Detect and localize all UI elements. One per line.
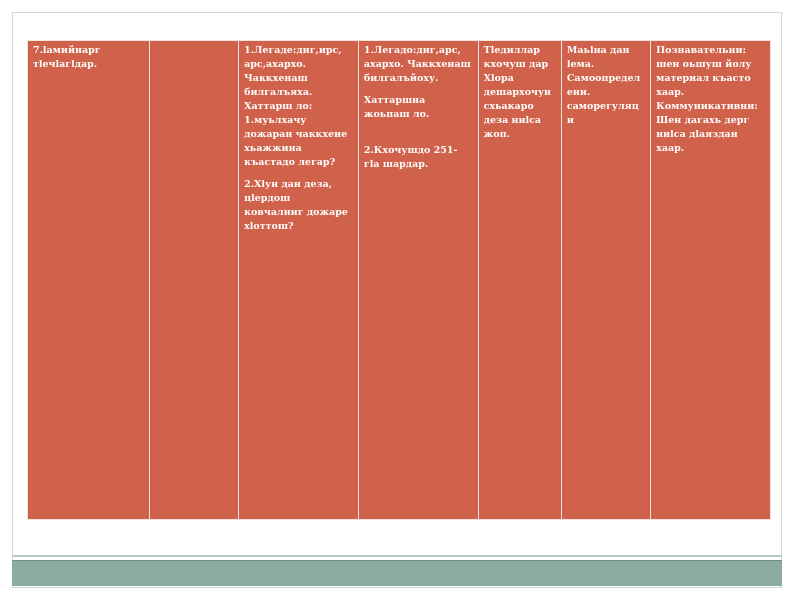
teacher-activity-text-2: 2.Хlун дан деза, цlердош ковчалниг дожар…	[244, 179, 348, 232]
cell-task: Тlедиллар кхочуш дар Хlора дешархочун сх…	[477, 40, 562, 520]
cognitive-uud-text: Познавательни: шен оьшуш йолу материал к…	[656, 45, 758, 154]
lesson-table: 7.lамийнарг тlечlагlдар. 1.Легаде:диг,ир…	[27, 40, 771, 520]
student-activity-text-3: 2.Кхочушдо 251-гlа шардар.	[363, 145, 458, 170]
student-activity-text-1: 1.Легадо:диг,арс, ахархо. Чаккхенаш билг…	[363, 45, 471, 84]
footer-line	[12, 555, 782, 557]
cell-student-activity: 1.Легадо:диг,арс, ахархо. Чаккхенаш билг…	[357, 40, 479, 520]
cell-teacher-activity: 1.Легаде:диг,ирс, арс,ахархо. Чаккхенаш …	[238, 40, 359, 520]
stage-text: 7.lамийнарг тlечlагlдар.	[33, 45, 101, 70]
cell-empty	[148, 40, 240, 520]
cell-cognitive-uud: Познавательни: шен оьшуш йолу материал к…	[650, 40, 771, 520]
teacher-activity-text-1: 1.Легаде:диг,ирс, арс,ахархо. Чаккхенаш …	[244, 45, 348, 168]
footer-bar	[12, 560, 782, 586]
cell-personal-uud: Маьlна дан lема. Самоопределени. саморег…	[560, 40, 652, 520]
personal-uud-text: Маьlна дан lема. Самоопределени. саморег…	[566, 45, 641, 126]
table-row: 7.lамийнарг тlечlагlдар. 1.Легаде:диг,ир…	[27, 40, 771, 520]
student-activity-text-2: Хаттаршна жоьпаш ло.	[363, 95, 430, 120]
slide: 7.lамийнарг тlечlагlдар. 1.Легаде:диг,ир…	[0, 0, 800, 600]
task-text: Тlедиллар кхочуш дар Хlора дешархочун сх…	[483, 45, 552, 140]
cell-stage: 7.lамийнарг тlечlагlдар.	[27, 40, 150, 520]
